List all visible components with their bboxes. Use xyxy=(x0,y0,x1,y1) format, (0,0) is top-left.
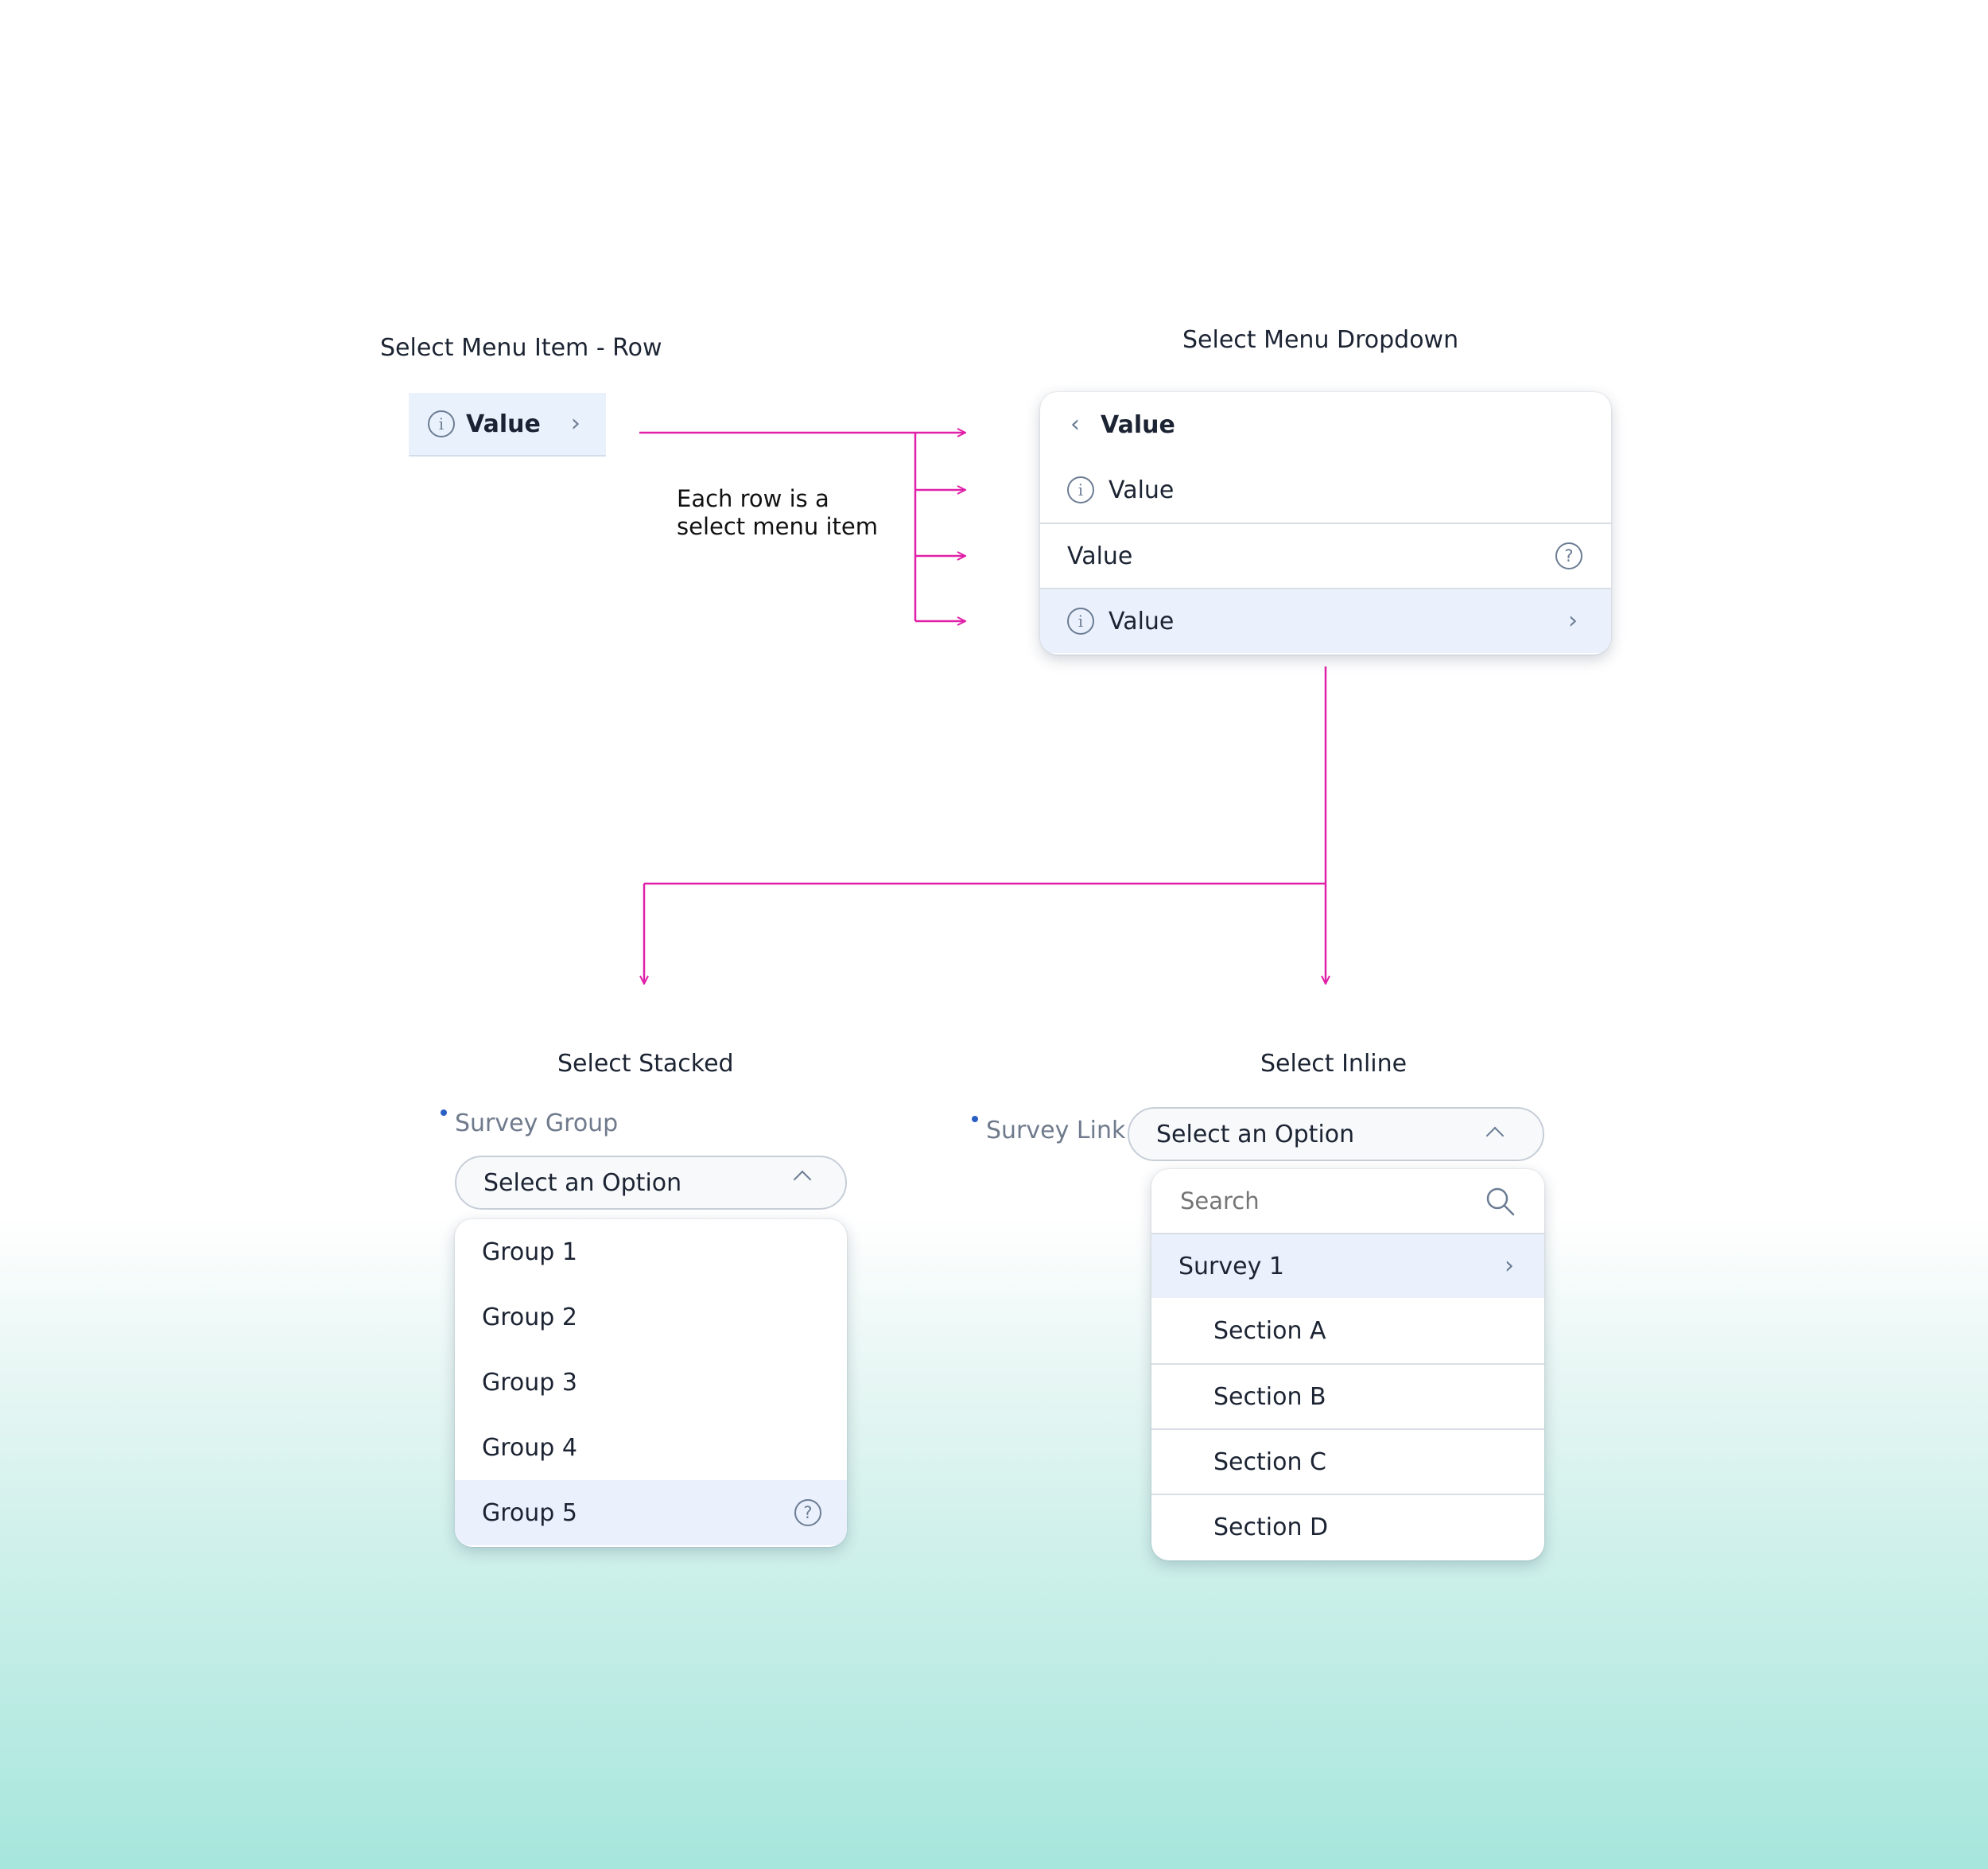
annotation-line-2: select menu item xyxy=(677,513,878,540)
row-item-label: Value xyxy=(466,410,541,438)
dropdown-row-2[interactable]: Value ? xyxy=(1040,523,1611,588)
annotation-text: Each row is a select menu item xyxy=(677,485,878,541)
help-icon: ? xyxy=(794,1499,821,1526)
search-icon[interactable] xyxy=(1485,1187,1516,1217)
option-label: Group 1 xyxy=(482,1238,577,1266)
option-label: Group 4 xyxy=(482,1433,577,1462)
option-group-2[interactable]: Group 2 xyxy=(455,1284,847,1350)
inline-title: Select Inline xyxy=(1260,1050,1408,1078)
search-row[interactable] xyxy=(1151,1169,1544,1233)
required-indicator xyxy=(972,1116,978,1122)
dropdown-row-label: Value xyxy=(1067,542,1133,570)
option-group-1[interactable]: Group 1 xyxy=(455,1219,847,1284)
child-section-d[interactable]: Section D xyxy=(1151,1494,1544,1559)
parent-survey-1[interactable]: Survey 1 › xyxy=(1151,1233,1544,1298)
option-group-3[interactable]: Group 3 xyxy=(455,1350,847,1415)
survey-link-options: Survey 1 › Section A Section B Section C… xyxy=(1151,1169,1544,1560)
option-label: Survey 1 xyxy=(1178,1252,1284,1280)
option-label: Section C xyxy=(1213,1447,1326,1476)
chevron-right-icon: › xyxy=(570,410,580,437)
child-section-b[interactable]: Section B xyxy=(1151,1363,1544,1428)
select-value: Select an Option xyxy=(483,1168,682,1197)
survey-group-select[interactable]: Select an Option xyxy=(455,1156,847,1210)
chevron-right-icon: › xyxy=(1568,607,1578,635)
search-input[interactable] xyxy=(1178,1187,1452,1215)
survey-group-options: Group 1 Group 2 Group 3 Group 4 Group 5 … xyxy=(455,1219,847,1547)
dropdown-row-3[interactable]: i Value › xyxy=(1040,588,1611,653)
select-menu-item-row[interactable]: i Value › xyxy=(409,393,606,457)
connector-lines xyxy=(639,0,1988,1869)
info-icon: i xyxy=(1067,608,1094,635)
stacked-title: Select Stacked xyxy=(557,1050,734,1078)
annotation-line-1: Each row is a xyxy=(677,485,829,512)
child-section-a[interactable]: Section A xyxy=(1151,1298,1544,1363)
option-label: Group 2 xyxy=(482,1303,577,1331)
child-section-c[interactable]: Section C xyxy=(1151,1428,1544,1494)
survey-link-select[interactable]: Select an Option xyxy=(1128,1107,1544,1161)
survey-link-label: Survey Link xyxy=(986,1117,1126,1144)
select-menu-dropdown: ‹ Value i Value Value ? i Value › xyxy=(1040,392,1611,655)
option-label: Section B xyxy=(1213,1382,1326,1411)
chevron-up-icon xyxy=(1485,1126,1505,1145)
dropdown-header[interactable]: ‹ Value xyxy=(1040,392,1611,457)
select-value: Select an Option xyxy=(1156,1120,1355,1148)
dropdown-title: Select Menu Dropdown xyxy=(1182,326,1459,354)
option-group-4[interactable]: Group 4 xyxy=(455,1415,847,1480)
required-indicator xyxy=(441,1109,447,1116)
option-label: Section A xyxy=(1213,1316,1326,1345)
option-label: Section D xyxy=(1213,1513,1329,1541)
chevron-left-icon[interactable]: ‹ xyxy=(1070,413,1080,437)
option-label: Group 5 xyxy=(482,1498,577,1527)
row-item-title: Select Menu Item - Row xyxy=(380,334,662,362)
dropdown-header-label: Value xyxy=(1101,410,1175,439)
dropdown-row-label: Value xyxy=(1109,607,1175,635)
survey-group-label: Survey Group xyxy=(455,1109,619,1137)
dropdown-row-1[interactable]: i Value xyxy=(1040,457,1611,523)
chevron-right-icon: › xyxy=(1505,1252,1514,1280)
option-group-5[interactable]: Group 5 ? xyxy=(455,1480,847,1545)
chevron-up-icon xyxy=(793,1170,812,1189)
help-icon: ? xyxy=(1555,542,1582,569)
dropdown-row-label: Value xyxy=(1109,476,1175,504)
info-icon: i xyxy=(1067,476,1094,503)
info-icon: i xyxy=(428,410,455,437)
option-label: Group 3 xyxy=(482,1368,577,1397)
